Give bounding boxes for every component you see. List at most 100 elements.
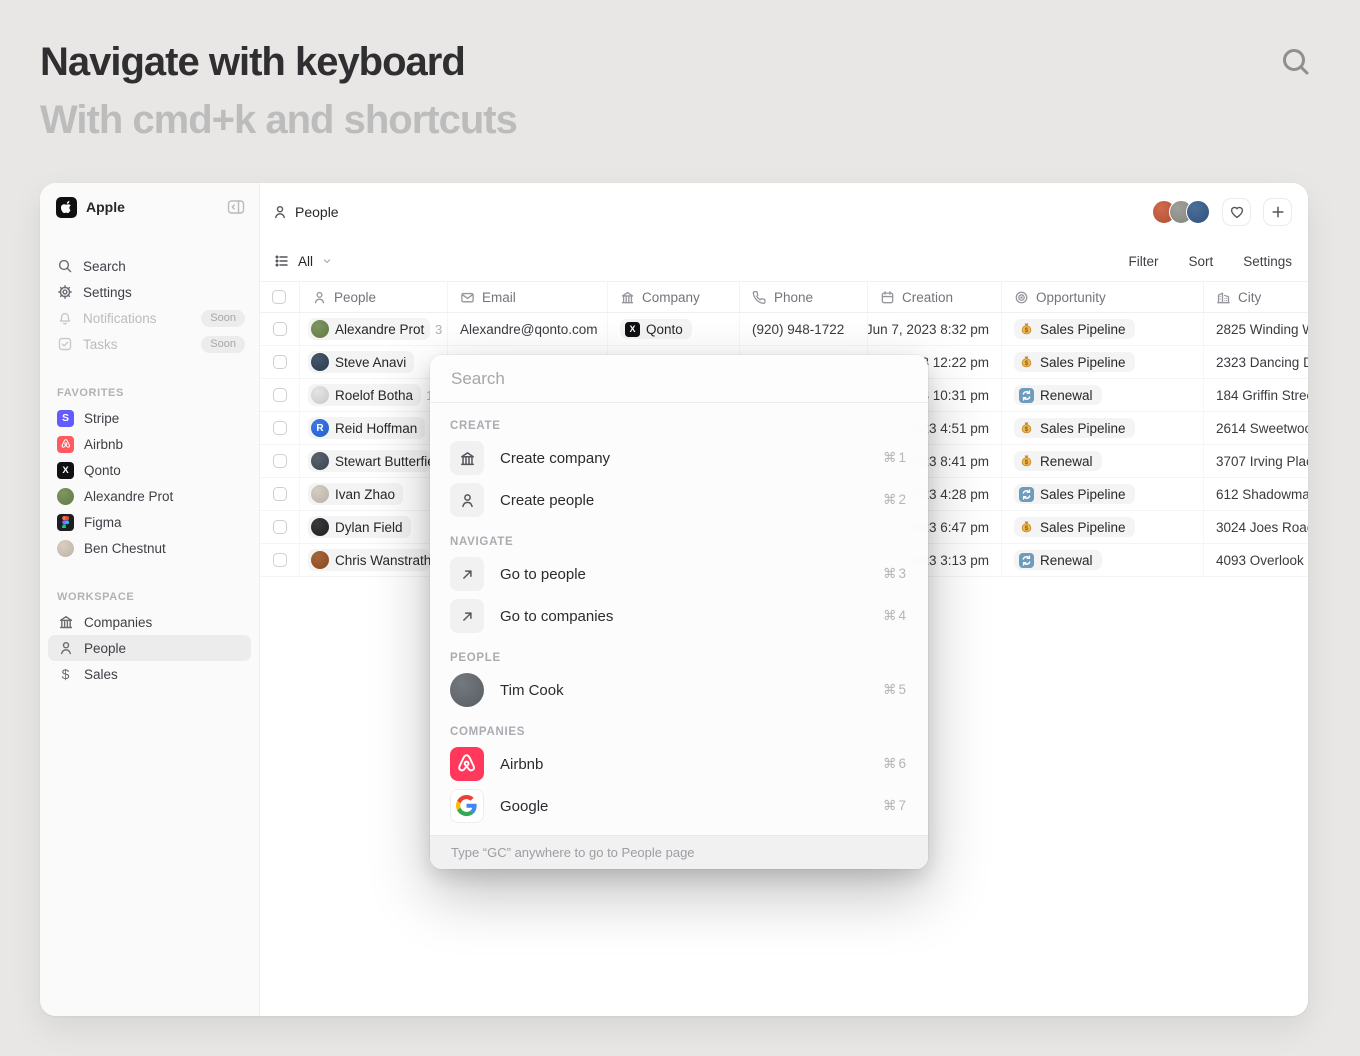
opportunity-chip[interactable]: $Sales Pipeline — [1014, 319, 1135, 339]
row-checkbox[interactable] — [273, 520, 287, 534]
city-cell[interactable]: 2323 Dancing D — [1204, 346, 1308, 378]
person-chip[interactable]: Stewart Butterfield — [308, 450, 430, 472]
row-checkbox[interactable] — [273, 553, 287, 567]
opportunity-cell[interactable]: $Sales Pipeline — [1002, 412, 1204, 444]
opportunity-cell[interactable]: $Renewal — [1002, 445, 1204, 477]
column-header-phone[interactable]: Phone — [740, 282, 868, 312]
sidebar-item-companies[interactable]: Companies — [48, 609, 251, 635]
person-chip[interactable]: Chris Wanstrath — [308, 549, 430, 571]
filter-button[interactable]: Filter — [1128, 254, 1158, 269]
row-checkbox[interactable] — [273, 487, 287, 501]
opportunity-cell[interactable]: Renewal — [1002, 379, 1204, 411]
people-cell[interactable]: Roelof Botha1 — [300, 379, 448, 411]
sidebar-item-notifications[interactable]: NotificationsSoon — [40, 305, 259, 331]
palette-item-create-people[interactable]: Create people⌘2 — [450, 479, 908, 521]
palette-item-airbnb[interactable]: Airbnb⌘6 — [450, 743, 908, 785]
keyboard-shortcut: ⌘4 — [883, 608, 908, 624]
palette-item-tim-cook[interactable]: Tim Cook⌘5 — [450, 669, 908, 711]
column-header-opportunity[interactable]: Opportunity — [1002, 282, 1204, 312]
sidebar-item-people[interactable]: People — [48, 635, 251, 661]
people-cell[interactable]: Chris Wanstrath — [300, 544, 448, 576]
favorite-item-alexandre-prot[interactable]: Alexandre Prot — [48, 483, 251, 509]
favorite-item-figma[interactable]: Figma — [48, 509, 251, 535]
search-icon — [57, 258, 73, 274]
opportunity-chip[interactable]: $Sales Pipeline — [1014, 352, 1135, 372]
city-cell[interactable]: 3707 Irving Plac — [1204, 445, 1308, 477]
table-row[interactable]: Alexandre Prot3Alexandre@qonto.com XQonto… — [260, 313, 1308, 346]
opportunity-chip[interactable]: Renewal — [1014, 550, 1102, 570]
city-cell[interactable]: 2825 Winding W — [1204, 313, 1308, 345]
figma-logo-icon — [57, 514, 74, 531]
favorite-button[interactable] — [1222, 198, 1251, 226]
favorite-item-stripe[interactable]: SStripe — [48, 405, 251, 431]
workspace-header[interactable]: Apple — [40, 183, 259, 231]
palette-section-label: CREATE — [450, 415, 908, 437]
sidebar-item-tasks[interactable]: TasksSoon — [40, 331, 259, 357]
workspace-label: WORKSPACE — [40, 591, 259, 603]
phone-cell[interactable]: (920) 948-1722 — [740, 313, 868, 345]
row-checkbox[interactable] — [273, 421, 287, 435]
opportunity-chip[interactable]: Renewal — [1014, 385, 1102, 405]
city-cell[interactable]: 3024 Joes Road — [1204, 511, 1308, 543]
row-checkbox[interactable] — [273, 454, 287, 468]
city-cell[interactable]: 2614 Sweetwoo — [1204, 412, 1308, 444]
palette-item-create-company[interactable]: Create company⌘1 — [450, 437, 908, 479]
person-chip[interactable]: Roelof Botha — [308, 384, 421, 406]
opportunity-cell[interactable]: Renewal — [1002, 544, 1204, 576]
opportunity-chip[interactable]: $Sales Pipeline — [1014, 517, 1135, 537]
opportunity-cell[interactable]: $Sales Pipeline — [1002, 511, 1204, 543]
person-chip[interactable]: RReid Hoffman — [308, 417, 425, 439]
email-cell[interactable]: Alexandre@qonto.com — [448, 313, 608, 345]
palette-item-go-to-people[interactable]: Go to people⌘3 — [450, 553, 908, 595]
add-button[interactable] — [1263, 198, 1292, 226]
palette-search-input[interactable]: Search — [430, 355, 928, 403]
sidebar-item-sales[interactable]: $Sales — [48, 661, 251, 687]
sidebar-collapse-icon[interactable] — [227, 199, 245, 215]
view-switcher[interactable]: All — [274, 253, 333, 269]
city-cell[interactable]: 184 Griffin Stree — [1204, 379, 1308, 411]
person-chip[interactable]: Dylan Field — [308, 516, 411, 538]
money-bag-icon: $ — [1019, 520, 1034, 535]
city-cell[interactable]: 4093 Overlook — [1204, 544, 1308, 576]
column-header-creation[interactable]: Creation — [868, 282, 1002, 312]
city-cell[interactable]: 612 Shadowmar — [1204, 478, 1308, 510]
favorite-item-qonto[interactable]: XQonto — [48, 457, 251, 483]
search-icon[interactable] — [1278, 44, 1314, 80]
row-checkbox[interactable] — [273, 388, 287, 402]
people-cell[interactable]: RReid Hoffman — [300, 412, 448, 444]
sort-button[interactable]: Sort — [1188, 254, 1213, 269]
people-cell[interactable]: Stewart Butterfield — [300, 445, 448, 477]
people-cell[interactable]: Ivan Zhao — [300, 478, 448, 510]
column-header-people[interactable]: People — [300, 282, 448, 312]
column-header-city[interactable]: City — [1204, 282, 1308, 312]
palette-item-go-to-companies[interactable]: Go to companies⌘4 — [450, 595, 908, 637]
person-chip[interactable]: Alexandre Prot — [308, 318, 430, 340]
people-cell[interactable]: Dylan Field — [300, 511, 448, 543]
opportunity-cell[interactable]: Sales Pipeline — [1002, 478, 1204, 510]
creation-cell[interactable]: Jun 7, 2023 8:32 pm — [868, 313, 1002, 345]
column-header-company[interactable]: Company — [608, 282, 740, 312]
row-checkbox[interactable] — [273, 322, 287, 336]
company-cell[interactable]: XQonto — [608, 313, 740, 345]
column-header-email[interactable]: Email — [448, 282, 608, 312]
people-cell[interactable]: Steve Anavi — [300, 346, 448, 378]
opportunity-chip[interactable]: $Renewal — [1014, 451, 1102, 471]
company-chip[interactable]: XQonto — [620, 319, 692, 339]
select-all-checkbox[interactable] — [272, 290, 286, 304]
favorite-item-ben-chestnut[interactable]: Ben Chestnut — [48, 535, 251, 561]
opportunity-chip[interactable]: $Sales Pipeline — [1014, 418, 1135, 438]
favorite-item-airbnb[interactable]: Airbnb — [48, 431, 251, 457]
member-avatars[interactable] — [1152, 200, 1210, 224]
opportunity-cell[interactable]: $Sales Pipeline — [1002, 346, 1204, 378]
person-chip[interactable]: Steve Anavi — [308, 351, 414, 373]
person-chip[interactable]: Ivan Zhao — [308, 483, 403, 505]
row-checkbox[interactable] — [273, 355, 287, 369]
sidebar-item-settings[interactable]: Settings — [40, 279, 259, 305]
people-cell[interactable]: Alexandre Prot3 — [300, 313, 448, 345]
palette-item-google[interactable]: Google⌘7 — [450, 785, 908, 827]
opportunity-cell[interactable]: $Sales Pipeline — [1002, 313, 1204, 345]
settings-button[interactable]: Settings — [1243, 254, 1292, 269]
opportunity-chip[interactable]: Sales Pipeline — [1014, 484, 1135, 504]
breadcrumb[interactable]: People — [272, 204, 339, 220]
sidebar-item-search[interactable]: Search — [40, 253, 259, 279]
